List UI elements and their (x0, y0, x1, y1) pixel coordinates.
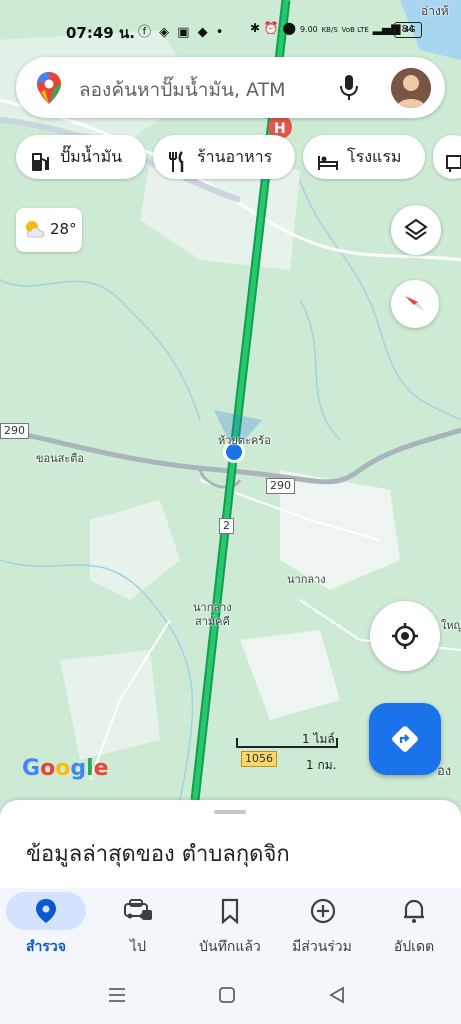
add-circle-icon (310, 898, 336, 928)
scale-miles: 1 ไมล์ (302, 732, 335, 746)
status-system-icons: ✱ ⏰ ⬤ 9.00 KB/S VoB LTE ▂▄▆ 4G (250, 21, 415, 35)
nav-label-explore: สำรวจ (26, 939, 66, 955)
map-label-right-edge-1: ใหญ่ (441, 619, 461, 632)
hotel-icon (317, 146, 339, 190)
gas-station-icon (30, 146, 50, 190)
layers-button[interactable] (391, 205, 441, 255)
bluetooth-icon: ✱ (250, 21, 261, 35)
search-input[interactable]: ลองค้นหาปั๊มน้ำมัน, ATM (79, 75, 286, 105)
net-speed-unit: KB/S (321, 26, 338, 34)
nav-go[interactable]: ไป (92, 888, 184, 970)
map-label-na-klang[interactable]: นากลาง (287, 570, 326, 588)
sheet-title: ข้อมูลล่าสุดของ ตำบลกุดจิก (26, 842, 290, 867)
status-bar: 07:49 น. ⓕ ◈ ▣ ◆ • ✱ ⏰ ⬤ 9.00 KB/S VoB L… (0, 18, 461, 44)
net-speed-value: 9.00 (299, 25, 318, 34)
chip-label-restaurant: ร้านอาหาร (197, 147, 273, 166)
alarm-icon: ⏰ (263, 21, 279, 35)
shopping-icon (445, 146, 461, 190)
bell-icon (402, 898, 426, 928)
nav-contribute[interactable]: มีส่วนร่วม (276, 888, 368, 970)
chip-label-hotel: โรงแรม (347, 147, 402, 166)
explore-pin-icon (34, 898, 58, 928)
chip-restaurant[interactable]: ร้านอาหาร (153, 135, 295, 179)
directions-icon (391, 725, 419, 757)
status-notification-icons: ⓕ ◈ ▣ ◆ • (138, 25, 226, 40)
nav-label-go: ไป (130, 939, 146, 955)
nav-updates[interactable]: อัปเดต (368, 888, 460, 970)
system-navigation-bar (0, 970, 461, 1024)
map-canvas[interactable]: H อ่างห้ ห้วยตะคร้อ ขอนสะตือ นากลาง นากล… (0, 0, 461, 800)
partly-cloudy-icon (24, 219, 46, 243)
scale-km: 1 กม. (306, 758, 337, 772)
status-time: 07:49 น. (66, 24, 135, 42)
maps-pin-logo-icon (36, 71, 62, 109)
bookmark-icon (220, 898, 240, 928)
nav-explore[interactable]: สำรวจ (0, 888, 92, 970)
layers-icon (404, 218, 428, 246)
car-icon (122, 898, 154, 928)
chip-label-gas-station: ปั๊มน้ำมัน (60, 147, 123, 166)
weather-badge[interactable]: 28° (16, 208, 82, 252)
google-attribution: Google (22, 756, 109, 781)
nav-saved[interactable]: บันทึกแล้ว (184, 888, 276, 970)
bottom-sheet[interactable]: ข้อมูลล่าสุดของ ตำบลกุดจิก (0, 800, 461, 890)
recents-icon[interactable] (108, 986, 126, 1008)
crosshair-icon (391, 622, 419, 654)
map-label-khon-satue[interactable]: ขอนสะตือ (36, 449, 84, 467)
back-icon[interactable] (328, 986, 346, 1008)
nav-label-saved: บันทึกแล้ว (199, 939, 261, 955)
microphone-icon[interactable] (338, 74, 360, 106)
compass-button[interactable] (391, 280, 439, 328)
route-shield-290-west: 290 (0, 423, 29, 439)
route-shield-290-mid: 290 (266, 478, 295, 494)
bottom-navigation: สำรวจ ไป บันทึกแล้ว มีส่วนร่วม อัปเดต (0, 888, 461, 970)
map-graphics: H (0, 0, 461, 800)
map-scale: 1 ไมล์ 1 กม. (236, 730, 376, 772)
search-bar[interactable]: ลองค้นหาปั๊มน้ำมัน, ATM (16, 57, 445, 118)
restaurant-icon (167, 146, 187, 190)
sheet-drag-handle[interactable] (214, 810, 246, 814)
volte-indicator: VoB LTE (341, 26, 369, 34)
chip-gas-station[interactable]: ปั๊มน้ำมัน (16, 135, 146, 179)
account-avatar[interactable] (391, 68, 431, 108)
chip-more[interactable] (433, 135, 461, 179)
map-label-na-klang-samakkhi-2[interactable]: สามัคคี (195, 612, 230, 630)
map-label-current-place[interactable]: ห้วยตะคร้อ (218, 431, 271, 449)
nav-label-contribute: มีส่วนร่วม (292, 939, 352, 955)
chip-hotel[interactable]: โรงแรม (303, 135, 425, 179)
compass-icon (402, 291, 428, 321)
battery-indicator: 84 (394, 22, 422, 38)
home-icon[interactable] (218, 986, 236, 1008)
route-shield-2: 2 (219, 518, 234, 534)
location-icon: ⬤ (282, 21, 297, 35)
weather-temperature: 28° (50, 220, 77, 238)
my-location-button[interactable] (370, 601, 440, 671)
directions-button[interactable] (369, 703, 441, 775)
nav-label-updates: อัปเดต (393, 939, 435, 955)
